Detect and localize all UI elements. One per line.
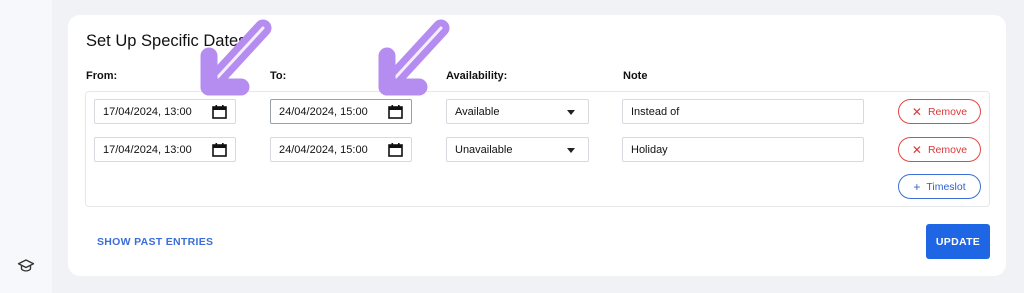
note-field-1[interactable]: Instead of [622,99,864,124]
remove-button-2[interactable]: ✕ Remove [898,137,981,162]
add-timeslot-label: Timeslot [926,180,966,193]
from-date-value: 17/04/2024, 13:00 [103,143,192,156]
to-date-value: 24/04/2024, 15:00 [279,105,368,118]
to-date-field-2[interactable]: 24/04/2024, 15:00 [270,137,412,162]
from-date-field-1[interactable]: 17/04/2024, 13:00 [94,99,236,124]
from-date-field-2[interactable]: 17/04/2024, 13:00 [94,137,236,162]
note-value: Holiday [631,143,668,156]
availability-select-2[interactable]: Unavailable [446,137,589,162]
caret-down-icon [567,110,575,115]
x-icon: ✕ [911,104,922,119]
add-timeslot-button[interactable]: + Timeslot [898,174,981,199]
calendar-icon[interactable] [388,143,403,157]
note-value: Instead of [631,105,680,118]
plus-icon: + [913,179,921,194]
note-field-2[interactable]: Holiday [622,137,864,162]
remove-label: Remove [927,143,968,156]
graduation-cap-icon[interactable] [17,257,35,275]
update-button[interactable]: UPDATE [926,224,990,259]
x-icon: ✕ [911,142,922,157]
to-date-value: 24/04/2024, 15:00 [279,143,368,156]
remove-button-1[interactable]: ✕ Remove [898,99,981,124]
header-from: From: [86,70,118,82]
availability-value: Available [455,105,500,118]
calendar-icon[interactable] [212,143,227,157]
remove-label: Remove [927,105,968,118]
show-past-entries-link[interactable]: SHOW PAST ENTRIES [97,236,213,248]
arrow-annotation-icon [200,19,272,96]
caret-down-icon [567,148,575,153]
from-date-value: 17/04/2024, 13:00 [103,105,192,118]
availability-select-1[interactable]: Available [446,99,589,124]
availability-value: Unavailable [455,143,513,156]
sidebar [0,0,52,293]
to-date-field-1[interactable]: 24/04/2024, 15:00 [270,99,412,124]
calendar-icon[interactable] [212,105,227,119]
header-note: Note [623,70,648,82]
calendar-icon[interactable] [388,105,403,119]
arrow-annotation-icon [378,19,450,96]
